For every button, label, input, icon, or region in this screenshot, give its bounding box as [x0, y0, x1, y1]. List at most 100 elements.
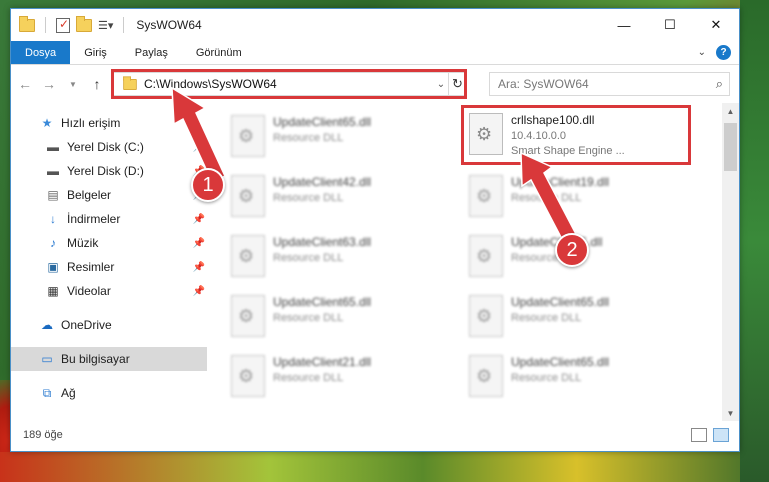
- list-item[interactable]: UpdateClient65.dll Resource DLL: [227, 291, 457, 345]
- sidebar-item-label: Belgeler: [67, 188, 112, 202]
- quick-access-toolbar: ☰▾: [11, 15, 128, 33]
- list-item[interactable]: UpdateClient65.dll Resource DLL: [465, 291, 695, 345]
- file-description: Smart Shape Engine ...: [511, 145, 625, 157]
- window-title: SysWOW64: [136, 18, 202, 32]
- file-name: UpdateClient65.dll: [511, 355, 610, 369]
- dll-file-icon: [469, 113, 503, 155]
- dll-file-icon: [231, 235, 265, 277]
- large-icons-view-button[interactable]: [713, 428, 729, 442]
- scroll-thumb[interactable]: [724, 123, 737, 171]
- sidebar-item-network[interactable]: ⧉ Ağ: [11, 381, 207, 405]
- file-list: UpdateClient65.dll Resource DLL UpdateCl…: [207, 103, 739, 421]
- sidebar-item-this-pc[interactable]: ▭ Bu bilgisayar: [11, 347, 207, 371]
- list-item[interactable]: UpdateClient42.dll Resource DLL: [227, 171, 457, 225]
- sidebar-item-label: Yerel Disk (C:): [67, 140, 144, 154]
- forward-button[interactable]: →: [41, 76, 57, 92]
- background-leaves: [740, 0, 769, 482]
- tab-view[interactable]: Görünüm: [182, 41, 256, 64]
- file-name: UpdateClient63.dll: [273, 235, 372, 249]
- navigation-bar: ← → ▼ ↑ C:\Windows\SysWOW64 ⌄ ↻ Ara: Sys…: [11, 65, 739, 103]
- file-type: Resource DLL: [273, 192, 344, 204]
- pin-icon[interactable]: 📌: [193, 142, 205, 153]
- address-path[interactable]: C:\Windows\SysWOW64: [144, 77, 277, 91]
- file-type: Resource DLL: [511, 372, 582, 384]
- status-bar: 189 öğe: [11, 419, 739, 451]
- tab-home[interactable]: Giriş: [70, 41, 121, 64]
- dll-file-icon: [469, 235, 503, 277]
- callout-badge-one: 1: [191, 168, 225, 202]
- item-count: 189 öğe: [23, 429, 63, 441]
- dll-file-icon: [231, 355, 265, 397]
- sidebar-item-downloads[interactable]: ↓ İndirmeler 📌: [11, 207, 207, 231]
- list-item[interactable]: UpdateClient21.dll Resource DLL: [227, 351, 457, 405]
- sidebar-item-label: Müzik: [67, 236, 99, 250]
- minimize-button[interactable]: —: [601, 9, 647, 41]
- file-name: UpdateClient19.dll: [511, 175, 610, 189]
- sidebar-item-disk-d[interactable]: ▬ Yerel Disk (D:) 📌: [11, 159, 207, 183]
- sidebar-item-label: Bu bilgisayar: [61, 352, 130, 366]
- dll-file-icon: [231, 115, 265, 157]
- file-type: Resource DLL: [511, 192, 582, 204]
- back-button[interactable]: ←: [17, 76, 33, 92]
- music-icon: ♪: [50, 236, 56, 250]
- file-name: UpdateClient65.dll: [273, 295, 372, 309]
- maximize-button[interactable]: ☐: [647, 9, 693, 41]
- download-icon: ↓: [50, 212, 56, 226]
- sidebar-item-pictures[interactable]: ▣ Resimler 📌: [11, 255, 207, 279]
- search-input[interactable]: Ara: SysWOW64 ⌕: [489, 72, 730, 96]
- background-parrot: [0, 452, 769, 482]
- sidebar-item-onedrive[interactable]: ☁ OneDrive: [11, 313, 207, 337]
- recent-locations-icon[interactable]: ▼: [65, 80, 81, 89]
- search-placeholder: Ara: SysWOW64: [498, 77, 589, 91]
- pin-icon[interactable]: 📌: [193, 214, 205, 225]
- file-type: Resource DLL: [511, 312, 582, 324]
- close-button[interactable]: ✕: [693, 9, 739, 41]
- video-icon: ▦: [47, 284, 59, 298]
- properties-icon[interactable]: [56, 17, 70, 33]
- help-icon[interactable]: ?: [716, 45, 731, 60]
- title-bar: ☰▾ SysWOW64 — ☐ ✕: [11, 9, 739, 41]
- file-name: UpdateClient65.dll: [273, 115, 372, 129]
- pin-icon[interactable]: 📌: [193, 262, 205, 273]
- window-controls: — ☐ ✕: [601, 9, 739, 41]
- file-name: crllshape100.dll: [511, 113, 595, 127]
- list-item[interactable]: UpdateClient65.dll Resource DLL: [227, 111, 457, 165]
- file-version: 10.4.10.0.0: [511, 130, 567, 142]
- search-icon[interactable]: ⌕: [716, 76, 723, 92]
- dll-file-icon: [469, 295, 503, 337]
- dll-file-icon: [231, 175, 265, 217]
- list-item[interactable]: UpdateClient19.dll Resource DLL: [465, 171, 695, 225]
- pin-icon[interactable]: 📌: [193, 238, 205, 249]
- pin-icon[interactable]: 📌: [193, 286, 205, 297]
- sidebar-item-label: Hızlı erişim: [61, 116, 121, 130]
- customize-toolbar-icon[interactable]: ☰▾: [98, 19, 113, 32]
- sidebar-item-videos[interactable]: ▦ Videolar 📌: [11, 279, 207, 303]
- sidebar-item-label: İndirmeler: [67, 212, 121, 226]
- dll-file-icon: [469, 355, 503, 397]
- list-item[interactable]: UpdateClient65.dll Resource DLL: [465, 351, 695, 405]
- tab-file[interactable]: Dosya: [11, 41, 71, 64]
- main-body: ★ Hızlı erişim ▬ Yerel Disk (C:) 📌 ▬ Yer…: [11, 103, 739, 421]
- tab-share[interactable]: Paylaş: [121, 41, 182, 64]
- sidebar-item-documents[interactable]: ▤ Belgeler 📌: [11, 183, 207, 207]
- scroll-up-button[interactable]: ▲: [722, 103, 739, 119]
- new-folder-icon[interactable]: [76, 15, 92, 32]
- list-item[interactable]: UpdateClient63.dll Resource DLL: [227, 231, 457, 285]
- sidebar-item-music[interactable]: ♪ Müzik 📌: [11, 231, 207, 255]
- file-name: UpdateClient65.dll: [511, 295, 610, 309]
- sidebar-item-quick-access[interactable]: ★ Hızlı erişim: [11, 111, 207, 135]
- details-view-button[interactable]: [691, 428, 707, 442]
- up-button[interactable]: ↑: [89, 76, 105, 92]
- drive-icon: ▬: [47, 164, 59, 178]
- address-dropdown-icon[interactable]: ⌄: [434, 79, 448, 90]
- vertical-scrollbar[interactable]: ▲ ▼: [722, 103, 739, 421]
- documents-icon: ▤: [47, 188, 59, 202]
- highlighted-file[interactable]: crllshape100.dll 10.4.10.0.0 Smart Shape…: [465, 109, 695, 163]
- refresh-button[interactable]: ↻: [448, 72, 466, 96]
- folder-icon: [123, 75, 137, 90]
- sidebar-item-disk-c[interactable]: ▬ Yerel Disk (C:) 📌: [11, 135, 207, 159]
- dll-file-icon: [231, 295, 265, 337]
- address-bar[interactable]: C:\Windows\SysWOW64 ⌄ ↻: [111, 69, 467, 99]
- ribbon-tabs: Dosya Giriş Paylaş Görünüm ⌄ ?: [11, 41, 739, 65]
- expand-ribbon-icon[interactable]: ⌄: [698, 47, 706, 58]
